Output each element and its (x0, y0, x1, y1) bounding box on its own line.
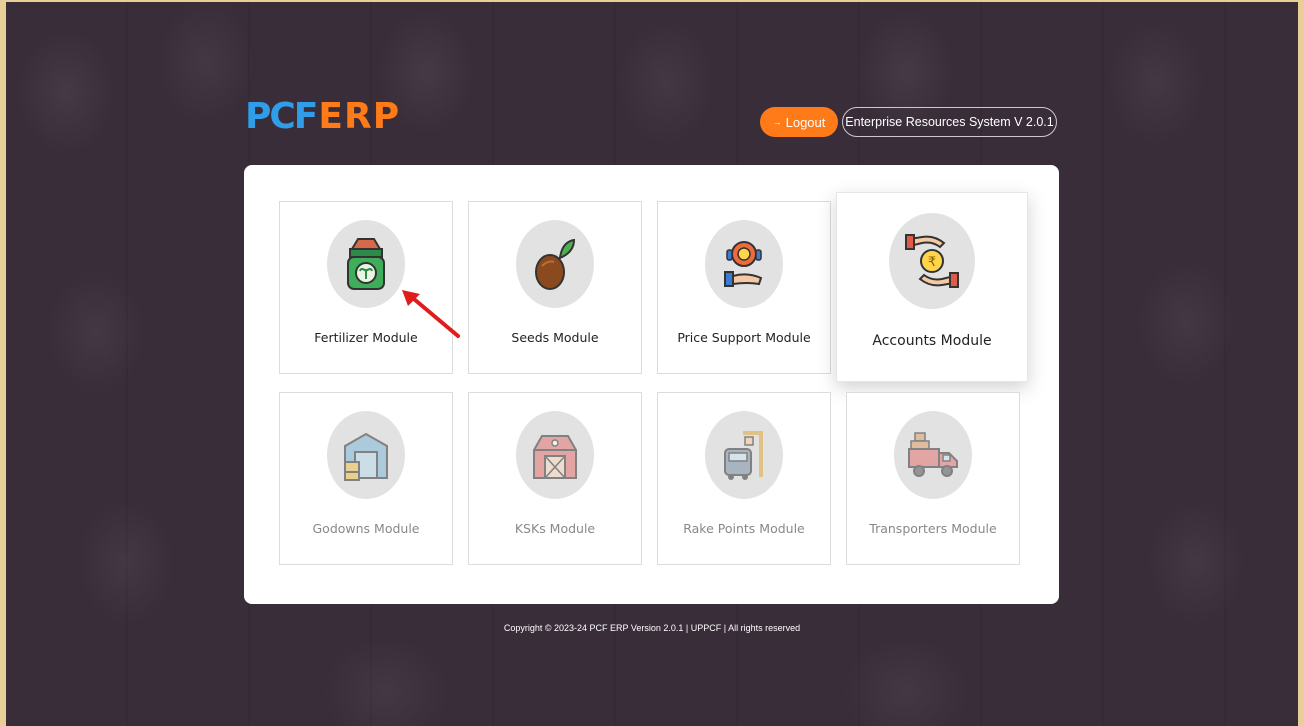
price-support-module-card[interactable]: Price Support Module (657, 201, 831, 374)
accounts-rupee-icon: ₹ (905, 234, 959, 288)
copyright-footer: Copyright © 2023-24 PCF ERP Version 2.0.… (503, 623, 801, 633)
modules-panel: Fertilizer Module Seeds Module Price Sup… (244, 165, 1059, 604)
rake-points-module-card[interactable]: Rake Points Module (657, 392, 831, 565)
version-badge: Enterprise Resources System V 2.0.1 (842, 107, 1057, 137)
seeds-module-label: Seeds Module (511, 330, 599, 345)
transporters-module-label: Transporters Module (869, 521, 997, 536)
fertilizer-bag-icon (347, 238, 385, 290)
logout-label: Logout (785, 114, 826, 130)
seeds-module-card[interactable]: Seeds Module (468, 201, 642, 374)
ksks-module-card[interactable]: KSKs Module (468, 392, 642, 565)
logo-pcf-text: PCF (245, 96, 318, 137)
rake-points-module-label: Rake Points Module (683, 521, 805, 536)
price-support-icon (724, 241, 763, 287)
red-arrow-annotation (402, 290, 460, 338)
pcf-erp-logo: PCF ERP (245, 96, 401, 137)
logout-button[interactable]: → Logout (760, 107, 838, 137)
svg-text:₹: ₹ (928, 255, 936, 270)
logo-erp-text: ERP (318, 96, 401, 137)
godown-warehouse-icon (344, 432, 388, 481)
accounts-module-label: Accounts Module (872, 333, 992, 349)
barn-icon (533, 435, 577, 479)
logout-icon: → (772, 117, 782, 127)
accounts-module-card[interactable]: ₹ Accounts Module (836, 192, 1028, 382)
price-support-module-label: Price Support Module (677, 330, 811, 345)
transporters-module-card[interactable]: Transporters Module (846, 392, 1020, 565)
godowns-module-card[interactable]: Godowns Module (279, 392, 453, 565)
delivery-truck-icon (908, 432, 958, 477)
rake-train-icon (724, 431, 763, 480)
ksks-module-label: KSKs Module (514, 521, 596, 536)
godowns-module-label: Godowns Module (312, 521, 420, 536)
seed-sprout-icon (535, 238, 576, 290)
